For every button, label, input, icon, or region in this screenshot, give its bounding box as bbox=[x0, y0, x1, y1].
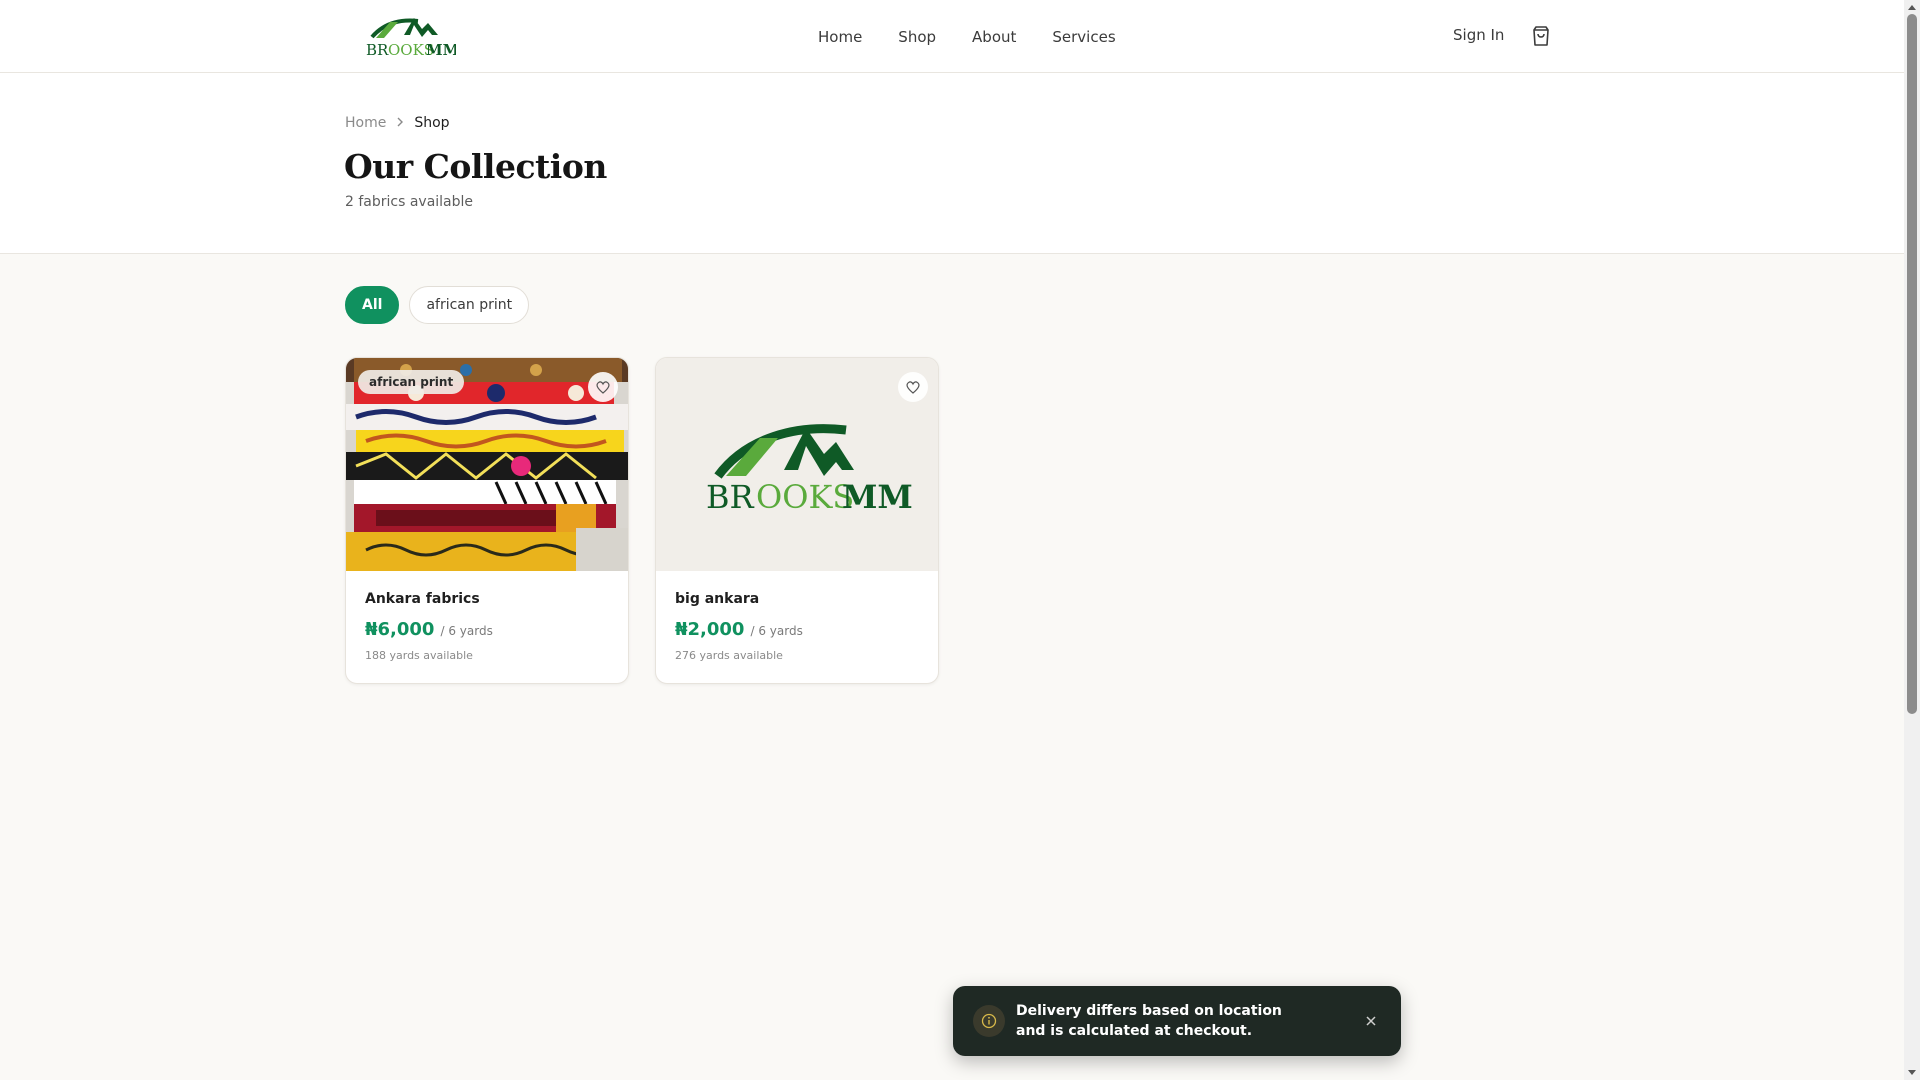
price-unit: / 6 yards bbox=[750, 624, 803, 638]
heart-icon[interactable] bbox=[588, 372, 618, 402]
svg-text:MM: MM bbox=[842, 478, 913, 516]
page-scrollbar[interactable] bbox=[1904, 0, 1920, 1080]
scrollbar-thumb[interactable] bbox=[1907, 14, 1917, 714]
logo-text: BR bbox=[706, 478, 755, 516]
product-details: big ankara ₦2,000 / 6 yards 276 yards av… bbox=[675, 591, 919, 662]
product-card[interactable]: african print Ankara fabrics ₦6,000 / 6 … bbox=[345, 357, 629, 684]
product-card[interactable]: BR OOKS MM big ankara ₦2,000 / 6 yards 2… bbox=[655, 357, 939, 684]
scroll-down-arrow-icon[interactable] bbox=[1904, 1066, 1920, 1080]
heart-icon[interactable] bbox=[898, 372, 928, 402]
info-icon bbox=[973, 1005, 1005, 1037]
category-tag: african print bbox=[358, 370, 465, 394]
filter-all[interactable]: All bbox=[345, 286, 400, 324]
site-header: BR OOKS MM Home Shop About Services Sign… bbox=[0, 0, 1904, 73]
product-image[interactable]: BR OOKS MM bbox=[656, 358, 938, 571]
nav-about[interactable]: About bbox=[972, 28, 1016, 46]
product-details: Ankara fabrics ₦6,000 / 6 yards 188 yard… bbox=[365, 591, 609, 662]
brooksmm-logo[interactable]: BR OOKS MM bbox=[366, 13, 459, 59]
product-image[interactable]: african print bbox=[346, 358, 628, 571]
product-price: ₦6,000 bbox=[365, 619, 435, 640]
close-icon[interactable] bbox=[1361, 1011, 1381, 1031]
shopping-bag-icon[interactable] bbox=[1531, 25, 1551, 47]
breadcrumb-home[interactable]: Home bbox=[345, 115, 386, 131]
breadcrumb-current: Shop bbox=[414, 115, 450, 131]
product-price: ₦2,000 bbox=[675, 619, 745, 640]
nav-shop[interactable]: Shop bbox=[898, 28, 936, 46]
scroll-up-arrow-icon[interactable] bbox=[1904, 0, 1920, 14]
svg-text:MM: MM bbox=[426, 41, 456, 59]
stock-availability: 276 yards available bbox=[675, 649, 783, 662]
svg-text:OOKS: OOKS bbox=[756, 478, 854, 516]
sign-in-link[interactable]: Sign In bbox=[1453, 26, 1504, 44]
main-nav: Home Shop About Services bbox=[818, 0, 1116, 73]
product-name[interactable]: big ankara bbox=[675, 591, 919, 607]
nav-services[interactable]: Services bbox=[1052, 28, 1115, 46]
page-title: Our Collection bbox=[344, 147, 607, 186]
chevron-right-icon bbox=[394, 116, 406, 131]
logo-text: BR bbox=[366, 41, 389, 59]
page-hero: Home Shop Our Collection 2 fabrics avail… bbox=[0, 73, 1904, 254]
breadcrumb: Home Shop bbox=[345, 115, 450, 131]
stock-availability: 188 yards available bbox=[365, 649, 473, 662]
price-row: ₦6,000 / 6 yards bbox=[365, 619, 609, 640]
product-name[interactable]: Ankara fabrics bbox=[365, 591, 609, 607]
price-unit: / 6 yards bbox=[440, 624, 493, 638]
filter-african-print[interactable]: african print bbox=[409, 286, 530, 324]
nav-home[interactable]: Home bbox=[818, 28, 862, 46]
fabric-count: 2 fabrics available bbox=[345, 194, 474, 210]
category-filters: All african print bbox=[345, 286, 530, 324]
delivery-toast: Delivery differs based on location and i… bbox=[953, 986, 1401, 1056]
price-row: ₦2,000 / 6 yards bbox=[675, 619, 919, 640]
toast-message: Delivery differs based on location and i… bbox=[1016, 1003, 1282, 1039]
